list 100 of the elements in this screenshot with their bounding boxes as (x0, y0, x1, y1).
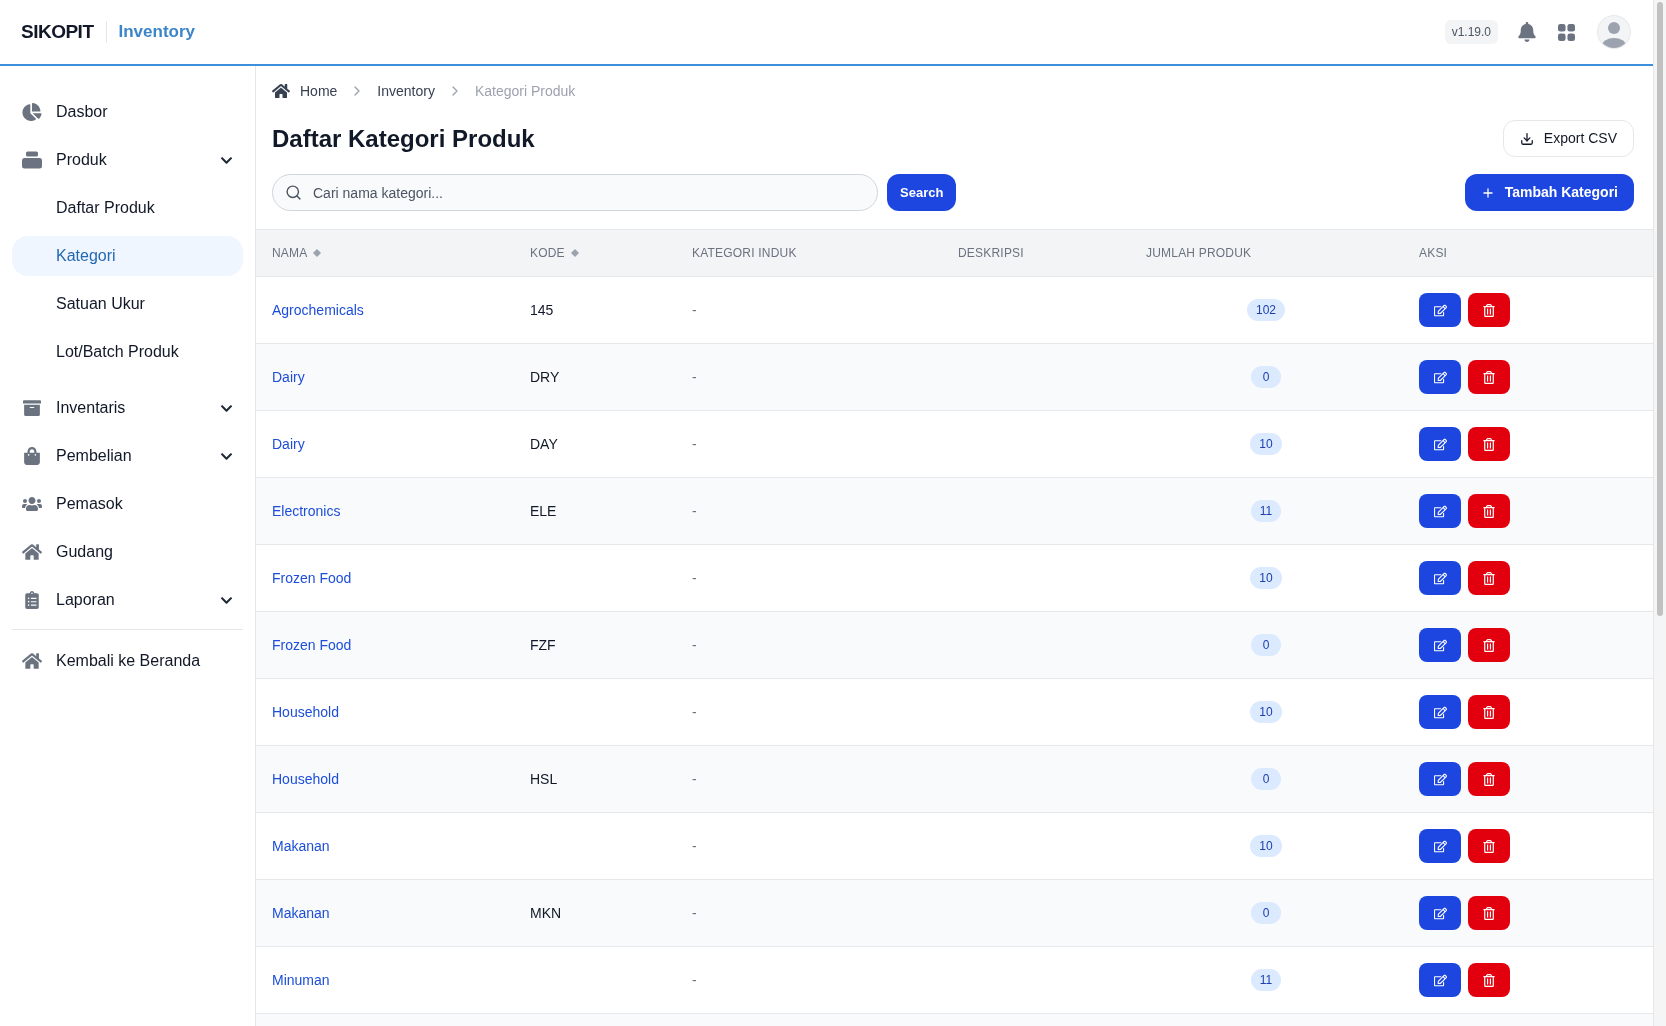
table-cell: - (692, 771, 697, 787)
table-cell: - (692, 302, 697, 318)
notifications-button[interactable] (1518, 22, 1536, 42)
table-cell: - (692, 503, 697, 519)
sidebar-subitem[interactable]: Daftar Produk (12, 188, 243, 228)
shopping-bag-icon (22, 447, 42, 465)
delete-button[interactable] (1468, 695, 1510, 729)
column-header: KATEGORI INDUK (692, 245, 797, 262)
version-badge: v1.19.0 (1444, 20, 1498, 44)
delete-button[interactable] (1468, 561, 1510, 595)
edit-button[interactable] (1419, 427, 1461, 461)
breadcrumb-link[interactable]: Inventory (377, 80, 435, 102)
edit-button[interactable] (1419, 762, 1461, 796)
count-badge: 0 (1251, 768, 1281, 790)
trash-icon (1483, 303, 1495, 317)
column-header: JUMLAH PRODUK (1146, 245, 1252, 262)
delete-button[interactable] (1468, 963, 1510, 997)
sidebar-subitem[interactable]: Satuan Ukur (12, 284, 243, 324)
trash-icon (1483, 638, 1495, 652)
category-link[interactable]: Makanan (272, 905, 330, 921)
delete-button[interactable] (1468, 829, 1510, 863)
sidebar-item[interactable]: Gudang (12, 532, 243, 572)
column-header[interactable]: NAMA (272, 244, 322, 262)
delete-button[interactable] (1468, 762, 1510, 796)
table-cell: HSL (530, 771, 558, 787)
edit-button[interactable] (1419, 695, 1461, 729)
category-link[interactable]: Household (272, 704, 339, 720)
edit-button[interactable] (1419, 963, 1461, 997)
category-link[interactable]: Dairy (272, 369, 305, 385)
trash-icon (1483, 839, 1495, 853)
column-header[interactable]: KODE (530, 244, 579, 262)
table-cell: - (692, 637, 697, 653)
delete-button[interactable] (1468, 293, 1510, 327)
category-link[interactable]: Makanan (272, 838, 330, 854)
sidebar-item[interactable]: Pemasok (12, 484, 243, 524)
sidebar-item[interactable]: Inventaris (12, 388, 243, 428)
delete-button[interactable] (1468, 628, 1510, 662)
export-button[interactable]: Export CSV (1502, 120, 1634, 157)
user-menu-button[interactable] (1597, 15, 1631, 49)
breadcrumb-link[interactable]: Home (300, 80, 338, 102)
archive-box-icon (22, 399, 42, 417)
table-cell: - (692, 905, 697, 921)
add-category-button[interactable]: Tambah Kategori (1464, 174, 1634, 211)
count-badge: 10 (1250, 835, 1282, 857)
breadcrumb-current: Kategori Produk (474, 81, 576, 101)
sidebar-item[interactable]: Produk (12, 140, 243, 180)
table-cell: - (692, 436, 697, 452)
delete-button[interactable] (1468, 360, 1510, 394)
count-badge: 102 (1247, 299, 1285, 321)
category-link[interactable]: Agrochemicals (272, 302, 364, 318)
search-field[interactable]: Cari nama kategori... (272, 174, 878, 211)
delete-button[interactable] (1468, 494, 1510, 528)
delete-button[interactable] (1468, 896, 1510, 930)
sidebar-item[interactable]: Kembali ke Beranda (12, 641, 243, 681)
delete-button[interactable] (1468, 427, 1510, 461)
pie-chart-icon (22, 103, 42, 121)
table-cell: - (692, 838, 697, 854)
count-badge: 10 (1250, 701, 1282, 723)
edit-button[interactable] (1419, 829, 1461, 863)
category-link[interactable]: Frozen Food (272, 570, 352, 586)
home-icon (22, 652, 42, 670)
category-link[interactable]: Electronics (272, 503, 341, 519)
table-cell: DAY (530, 436, 558, 452)
scrollbar-thumb[interactable] (1657, 2, 1663, 616)
search-icon (285, 184, 302, 201)
edit-button[interactable] (1419, 628, 1461, 662)
users-icon (22, 495, 42, 513)
bell-icon (1518, 22, 1536, 42)
column-header: DESKRIPSI (958, 245, 1024, 262)
sort-icon (570, 249, 579, 257)
apps-button[interactable] (1558, 23, 1575, 41)
category-link[interactable]: Dairy (272, 436, 305, 452)
sidebar-subitem[interactable]: Kategori (12, 236, 243, 276)
edit-icon (1433, 772, 1447, 786)
sidebar-item[interactable]: Pembelian (12, 436, 243, 476)
clipboard-list-icon (22, 591, 42, 609)
count-badge: 10 (1250, 433, 1282, 455)
sidebar-item[interactable]: Laporan (12, 580, 243, 620)
search-button[interactable]: Search (887, 174, 957, 211)
edit-button[interactable] (1419, 561, 1461, 595)
table-cell: - (692, 704, 697, 720)
sidebar-item[interactable]: Dasbor (12, 92, 243, 132)
trash-icon (1483, 705, 1495, 719)
edit-icon (1433, 839, 1447, 853)
home-icon (22, 543, 42, 561)
count-badge: 0 (1251, 634, 1281, 656)
count-badge: 11 (1250, 969, 1282, 991)
category-link[interactable]: Minuman (272, 972, 330, 988)
edit-button[interactable] (1419, 293, 1461, 327)
table-cell: - (692, 570, 697, 586)
module-name: Inventory (118, 21, 196, 44)
edit-button[interactable] (1419, 360, 1461, 394)
stack-icon (22, 151, 42, 169)
count-badge: 10 (1250, 567, 1282, 589)
category-link[interactable]: Frozen Food (272, 637, 352, 653)
edit-button[interactable] (1419, 494, 1461, 528)
sidebar-subitem[interactable]: Lot/Batch Produk (12, 332, 243, 372)
page-title: Daftar Kategori Produk (272, 123, 535, 154)
category-link[interactable]: Household (272, 771, 339, 787)
edit-button[interactable] (1419, 896, 1461, 930)
